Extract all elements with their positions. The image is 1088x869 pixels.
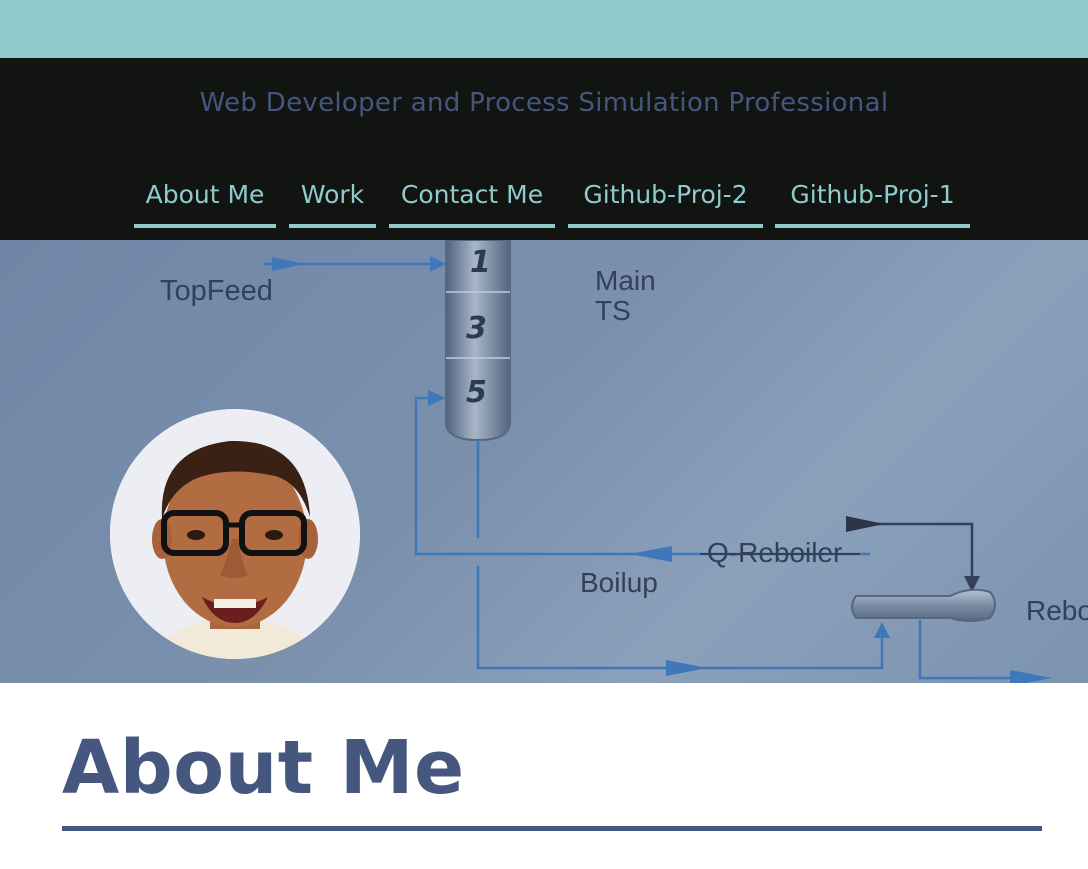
site-header: Web Developer and Process Simulation Pro… [0,58,1088,240]
bottoms-arrow-icon [1010,670,1052,683]
section-title-about-me: About Me [62,725,465,811]
teeth [214,599,256,608]
boilup-arrowhead [428,390,446,406]
left-eye [187,530,205,540]
tray-1-label: 1 [470,245,491,280]
nav-github-proj-2[interactable]: Github-Proj-2 [568,164,763,228]
top-feed-arrow-icon [272,257,305,271]
nav-work[interactable]: Work [289,164,376,228]
bottoms-product-stream [918,620,1040,680]
nav-contact-me[interactable]: Contact Me [389,164,555,228]
reboiler-feed-stream [476,566,884,670]
nav-about-me[interactable]: About Me [134,164,276,228]
tray-3-label: 3 [466,311,487,346]
top-feed-arrowhead [430,256,446,272]
top-accent-bar [0,0,1088,58]
tray-5-label: 5 [466,375,487,410]
main-label: Main [595,265,656,296]
right-eye [265,530,283,540]
ts-label: TS [595,295,631,326]
site-tagline: Web Developer and Process Simulation Pro… [199,88,889,118]
q-reboiler-label: Q-Reboiler [707,537,842,568]
energy-arrow-icon [846,516,884,532]
reboiler-feed-arrow-icon [666,660,708,676]
energy-stream [846,522,974,580]
reboiler-label: Rebo [1026,595,1088,626]
boilup-label: Boilup [580,567,658,598]
reboiler-vessel [851,588,996,622]
top-feed-label: TopFeed [160,275,273,307]
nav-github-proj-1[interactable]: Github-Proj-1 [775,164,970,228]
profile-avatar [110,409,360,659]
reboiler-feed-arrowhead [874,622,890,638]
boilup-arrow-icon [630,546,672,562]
section-title-underline [62,826,1042,831]
profile-portrait [110,409,360,659]
